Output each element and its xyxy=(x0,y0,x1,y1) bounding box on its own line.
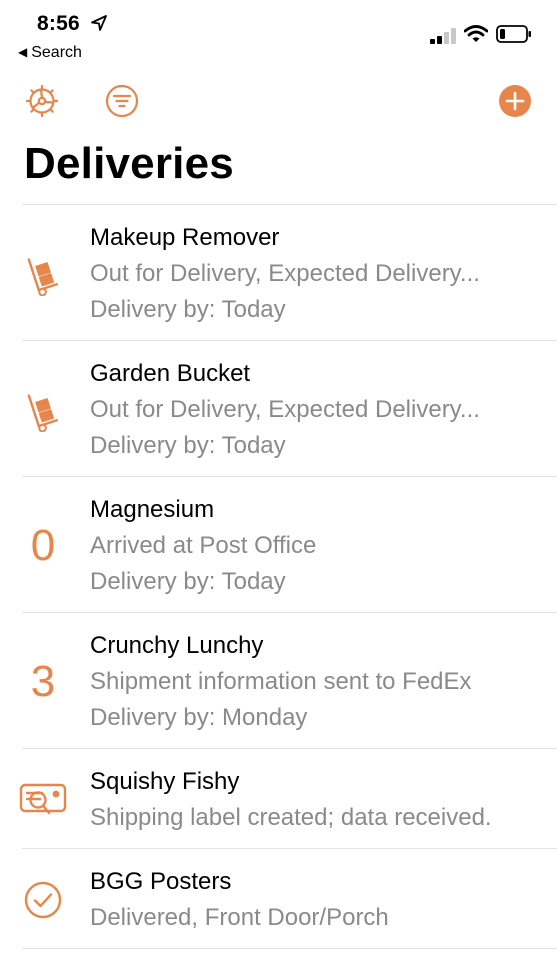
item-name: Crunchy Lunchy xyxy=(90,632,264,659)
item-delivery-by: Delivery by: Today xyxy=(90,432,286,459)
back-to-search-link[interactable]: ◀ Search xyxy=(18,44,82,62)
list-divider xyxy=(22,948,557,949)
item-status: Shipping label created; data received. xyxy=(90,804,492,831)
location-arrow-icon xyxy=(91,15,107,31)
delivery-row[interactable]: BGG Posters Delivered, Front Door/Porch xyxy=(0,862,557,938)
row-text: BGG Posters Delivered, Front Door/Porch xyxy=(90,864,547,936)
checkmark-circle-icon xyxy=(24,881,62,919)
list-divider xyxy=(22,340,557,341)
row-leading: 0 xyxy=(18,490,68,602)
item-name: Makeup Remover xyxy=(90,224,280,251)
add-icon[interactable] xyxy=(497,83,533,119)
list-divider xyxy=(22,204,557,205)
item-name: Garden Bucket xyxy=(90,360,251,387)
row-leading xyxy=(18,218,68,330)
hand-truck-icon xyxy=(27,258,59,296)
row-leading xyxy=(18,762,68,838)
item-status: Delivered, Front Door/Porch xyxy=(90,904,389,931)
hand-truck-icon xyxy=(27,394,59,432)
item-status: Out for Delivery, Expected Delivery... xyxy=(90,396,480,423)
row-leading xyxy=(18,862,68,938)
back-label: Search xyxy=(31,44,82,61)
item-delivery-by: Delivery by: Today xyxy=(90,568,286,595)
settings-gear-icon[interactable] xyxy=(24,83,60,119)
list-divider xyxy=(22,748,557,749)
list-divider xyxy=(22,612,557,613)
row-text: Squishy Fishy Shipping label created; da… xyxy=(90,764,547,836)
row-leading: 3 xyxy=(18,626,68,738)
delivery-row[interactable]: Squishy Fishy Shipping label created; da… xyxy=(0,762,557,838)
delivery-row[interactable]: Garden Bucket Out for Delivery, Expected… xyxy=(0,354,557,466)
row-text: Makeup Remover Out for Delivery, Expecte… xyxy=(90,220,547,328)
item-delivery-by: Delivery by: Today xyxy=(90,296,286,323)
status-bar: 8:56 ◀ Search xyxy=(0,0,557,70)
days-remaining: 3 xyxy=(30,657,56,706)
delivery-row[interactable]: 3 Crunchy Lunchy Shipment information se… xyxy=(0,626,557,738)
delivery-row[interactable]: Makeup Remover Out for Delivery, Expecte… xyxy=(0,218,557,330)
row-text: Crunchy Lunchy Shipment information sent… xyxy=(90,628,547,736)
cellular-signal-icon xyxy=(430,28,456,44)
item-name: BGG Posters xyxy=(90,868,232,895)
status-time: 8:56 xyxy=(37,12,80,35)
item-name: Squishy Fishy xyxy=(90,768,240,795)
row-text: Magnesium Arrived at Post Office Deliver… xyxy=(90,492,547,600)
page-title: Deliveries xyxy=(24,139,234,188)
back-triangle-icon: ◀ xyxy=(18,45,28,59)
item-name: Magnesium xyxy=(90,496,215,523)
list-divider xyxy=(22,476,557,477)
delivery-row[interactable]: 0 Magnesium Arrived at Post Office Deliv… xyxy=(0,490,557,602)
wifi-icon xyxy=(464,25,488,42)
filter-icon[interactable] xyxy=(104,83,140,119)
item-status: Arrived at Post Office xyxy=(90,532,317,559)
item-status: Shipment information sent to FedEx xyxy=(90,668,472,695)
days-remaining: 0 xyxy=(30,521,56,570)
shipping-label-icon xyxy=(19,783,67,815)
row-leading xyxy=(18,354,68,466)
item-delivery-by: Delivery by: Monday xyxy=(90,704,308,731)
list-divider xyxy=(22,848,557,849)
row-text: Garden Bucket Out for Delivery, Expected… xyxy=(90,356,547,464)
item-status: Out for Delivery, Expected Delivery... xyxy=(90,260,480,287)
battery-icon xyxy=(496,25,531,43)
